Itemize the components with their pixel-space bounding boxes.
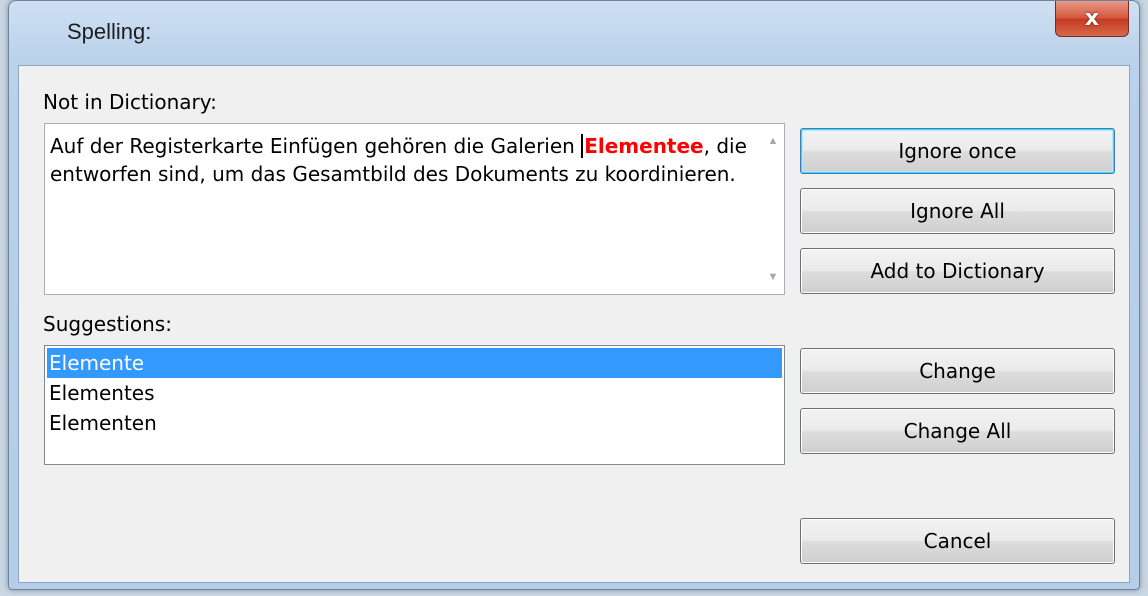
not-in-dictionary-label: Not in Dictionary: bbox=[43, 90, 217, 114]
suggestions-list[interactable]: Elemente Elementes Elementen bbox=[44, 345, 785, 465]
suggestion-item-elementes[interactable]: Elementes bbox=[47, 378, 782, 408]
cancel-button[interactable]: Cancel bbox=[800, 518, 1115, 564]
suggestion-item-elementen[interactable]: Elementen bbox=[47, 408, 782, 438]
spelling-dialog: Spelling: x Not in Dictionary: Auf der R… bbox=[8, 0, 1140, 590]
dialog-title: Spelling: bbox=[67, 19, 152, 44]
sentence-before: Auf der Registerkarte Einfügen gehören d… bbox=[50, 134, 582, 158]
add-to-dictionary-button[interactable]: Add to Dictionary bbox=[800, 248, 1115, 294]
close-icon: x bbox=[1084, 6, 1100, 31]
ignore-all-button[interactable]: Ignore All bbox=[800, 188, 1115, 234]
suggestions-label: Suggestions: bbox=[43, 312, 172, 336]
misspelled-word: Elementee bbox=[581, 134, 704, 158]
ignore-once-button[interactable]: Ignore once bbox=[800, 128, 1115, 174]
not-in-dictionary-textbox[interactable]: Auf der Registerkarte Einfügen gehören d… bbox=[44, 123, 785, 295]
scroll-up-arrow-icon[interactable]: ▲ bbox=[762, 130, 784, 152]
textbox-scrollbar[interactable]: ▲ ▼ bbox=[762, 124, 784, 294]
close-button[interactable]: x bbox=[1055, 1, 1129, 37]
scroll-down-arrow-icon[interactable]: ▼ bbox=[762, 266, 784, 288]
suggestion-item-elemente[interactable]: Elemente bbox=[47, 348, 782, 378]
change-button[interactable]: Change bbox=[800, 348, 1115, 394]
change-all-button[interactable]: Change All bbox=[800, 408, 1115, 454]
dialog-client-area: Not in Dictionary: Auf der Registerkarte… bbox=[18, 65, 1130, 583]
sentence-text: Auf der Registerkarte Einfügen gehören d… bbox=[50, 132, 750, 188]
